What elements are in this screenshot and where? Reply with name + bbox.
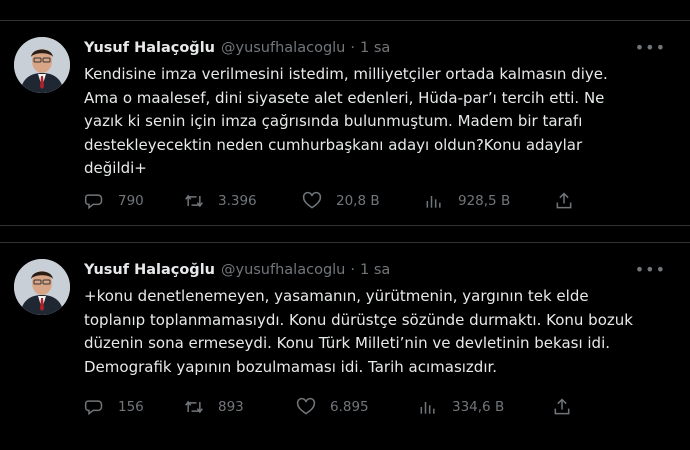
separator-dot: · <box>350 262 355 278</box>
retweet-button[interactable]: 893 <box>184 395 244 419</box>
tweet-text: +konu denetlenemeyen, yasamanın, yürütme… <box>84 287 633 376</box>
tweet-actions: 156 893 6.895 334,6 B <box>84 395 584 419</box>
reply-bubble-icon <box>84 400 103 416</box>
tweet-text: Kendisine imza verilmesini istedim, mill… <box>84 65 608 177</box>
like-button[interactable]: 6.895 <box>296 395 369 419</box>
tweet-header: Yusuf Halaçoğlu @yusufhalacoglu · 1 sa <box>84 37 670 59</box>
tweet-card[interactable]: Yusuf Halaçoğlu @yusufhalacoglu · 1 sa ••• … <box>0 242 690 450</box>
share-button[interactable] <box>552 395 586 419</box>
separator-dot: · <box>350 40 355 56</box>
like-button[interactable]: 20,8 B <box>302 189 380 213</box>
share-upload-icon <box>556 192 572 209</box>
tweet-card[interactable]: Yusuf Halaçoğlu @yusufhalacoglu · 1 sa ••• … <box>0 20 690 226</box>
avatar[interactable] <box>14 37 70 93</box>
reply-bubble-icon <box>84 194 103 210</box>
author-name[interactable]: Yusuf Halaçoğlu <box>84 262 215 278</box>
more-horizontal-icon[interactable]: ••• <box>635 37 666 59</box>
heart-icon <box>302 191 322 209</box>
avatar-portrait-icon <box>14 37 70 93</box>
avatar-portrait-icon <box>14 259 70 315</box>
more-horizontal-icon[interactable]: ••• <box>635 259 666 281</box>
reply-button[interactable]: 156 <box>84 395 144 419</box>
like-count: 6.895 <box>330 399 369 415</box>
author-handle[interactable]: @yusufhalacoglu <box>221 262 345 278</box>
views-button[interactable]: 928,5 B <box>424 189 510 213</box>
views-button[interactable]: 334,6 B <box>418 395 504 419</box>
retweet-arrows-icon <box>185 194 203 208</box>
view-count: 334,6 B <box>452 399 505 415</box>
bar-chart-icon <box>426 196 441 208</box>
reply-count: 790 <box>118 193 144 209</box>
reply-count: 156 <box>118 399 144 415</box>
tweet-actions: 790 3.396 20,8 B 928,5 B <box>84 189 584 213</box>
tweet-gap <box>0 226 690 242</box>
tweet-time[interactable]: 1 sa <box>360 262 390 278</box>
bar-chart-icon <box>420 402 435 414</box>
tweet-header: Yusuf Halaçoğlu @yusufhalacoglu · 1 sa <box>84 259 670 281</box>
retweet-arrows-icon <box>185 400 203 414</box>
share-upload-icon <box>554 398 570 415</box>
view-count: 928,5 B <box>458 193 511 209</box>
retweet-count: 3.396 <box>218 193 257 209</box>
avatar[interactable] <box>14 259 70 315</box>
reply-button[interactable]: 790 <box>84 189 144 213</box>
author-handle[interactable]: @yusufhalacoglu <box>221 40 345 56</box>
heart-icon <box>296 397 316 415</box>
author-name[interactable]: Yusuf Halaçoğlu <box>84 40 215 56</box>
retweet-count: 893 <box>218 399 244 415</box>
like-count: 20,8 B <box>336 193 380 209</box>
retweet-button[interactable]: 3.396 <box>184 189 257 213</box>
tweet-time[interactable]: 1 sa <box>360 40 390 56</box>
share-button[interactable] <box>554 189 588 213</box>
